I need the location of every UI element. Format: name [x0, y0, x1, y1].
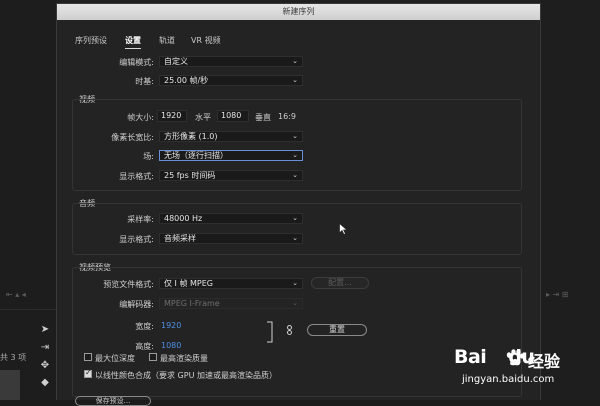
- tab-settings[interactable]: 设置: [125, 35, 141, 46]
- preview-width-label: 宽度:: [135, 322, 154, 331]
- audio-section: [72, 203, 522, 255]
- chevron-down-icon: ⌄: [292, 171, 298, 179]
- codec-select[interactable]: MPEG I-Frame ⌄: [159, 298, 303, 309]
- save-preset-button[interactable]: 保存预设...: [75, 396, 151, 406]
- codec-label: 编解码器:: [119, 300, 154, 309]
- chevron-down-icon: ⌄: [292, 214, 298, 222]
- active-tab-indicator: [125, 48, 141, 49]
- pixel-aspect-select[interactable]: 方形像素 (1.0) ⌄: [159, 131, 303, 142]
- watermark-url: jingyan.baidu.com: [462, 374, 555, 385]
- link-icon[interactable]: [286, 325, 294, 335]
- transport-marks-right: ▸ ⇥ ⊞: [546, 290, 569, 299]
- preview-width-value[interactable]: 1920: [161, 321, 181, 330]
- edit-mode-value: 自定义: [164, 57, 188, 66]
- project-panel: [0, 0, 56, 400]
- reset-button[interactable]: 重置: [307, 324, 367, 336]
- dialog-title: 新建序列: [57, 4, 540, 20]
- frame-size-label: 帧大小:: [127, 113, 154, 122]
- preview-format-value: 仅 I 帧 MPEG: [164, 279, 213, 288]
- sample-rate-label: 采样率:: [127, 215, 154, 224]
- linear-color-checkbox[interactable]: [84, 368, 92, 378]
- transport-marks-left: ⇤ ▴ ◂: [6, 290, 26, 299]
- tab-vr-video[interactable]: VR 视频: [191, 35, 221, 46]
- vertical-label: 垂直: [255, 113, 271, 122]
- timebase-label: 时基:: [135, 77, 154, 86]
- chevron-down-icon: ⌄: [292, 132, 298, 140]
- fields-select[interactable]: 无场（逐行扫描） ⌄: [159, 150, 303, 161]
- chevron-down-icon: ⌄: [292, 151, 298, 159]
- configure-button[interactable]: 配置...: [311, 277, 369, 289]
- sample-rate-value: 48000 Hz: [164, 214, 203, 223]
- horizontal-label: 水平: [195, 113, 211, 122]
- baidu-jingyan-watermark: Baidu 经验 jingyan.baidu.com: [454, 346, 590, 396]
- video-display-format-select[interactable]: 25 fps 时间码 ⌄: [159, 170, 303, 181]
- chevron-down-icon: ⌄: [292, 76, 298, 84]
- preview-height-value[interactable]: 1080: [161, 341, 181, 350]
- max-bit-depth-label: 最大位深度: [95, 354, 135, 363]
- sample-rate-select[interactable]: 48000 Hz ⌄: [159, 213, 303, 224]
- audio-display-format-select[interactable]: 音频采样 ⌄: [159, 233, 303, 244]
- pixel-aspect-label: 像素长宽比:: [111, 133, 154, 142]
- razor-icon[interactable]: ◆: [38, 377, 52, 389]
- max-render-quality-checkbox[interactable]: [149, 353, 157, 361]
- max-bit-depth-checkbox[interactable]: [84, 353, 92, 361]
- preview-format-select[interactable]: 仅 I 帧 MPEG ⌄: [159, 278, 303, 289]
- linear-color-label: 以线性颜色合成（要求 GPU 加速或最高渲染品质）: [95, 371, 277, 380]
- aspect-ratio-text: 16:9: [278, 112, 296, 121]
- chevron-down-icon: ⌄: [292, 57, 298, 65]
- preview-height-label: 高度:: [135, 342, 154, 351]
- frame-width-input[interactable]: 1920: [157, 110, 187, 122]
- frame-height-input[interactable]: 1080: [217, 110, 249, 122]
- mouse-cursor-icon: [339, 223, 348, 235]
- panel-divider: [0, 309, 56, 310]
- new-sequence-dialog: 新建序列 序列预设 设置 轨道 VR 视频 编辑模式: 自定义 ⌄ 时基: 25.…: [56, 3, 541, 406]
- pixel-aspect-value: 方形像素 (1.0): [164, 132, 218, 141]
- edit-mode-label: 编辑模式:: [119, 58, 154, 67]
- fields-value: 无场（逐行扫描）: [164, 151, 228, 160]
- chevron-down-icon: ⌄: [292, 234, 298, 242]
- codec-value: MPEG I-Frame: [164, 299, 220, 308]
- program-monitor: [541, 0, 600, 400]
- tab-sequence-presets[interactable]: 序列预设: [75, 35, 107, 46]
- track-select-icon[interactable]: ⇥: [38, 342, 52, 354]
- clip-thumbnail[interactable]: [0, 370, 20, 400]
- audio-display-format-label: 显示格式:: [119, 235, 154, 244]
- video-display-format-value: 25 fps 时间码: [164, 171, 216, 180]
- watermark-cn: 经验: [528, 352, 561, 371]
- tab-tracks[interactable]: 轨道: [159, 35, 175, 46]
- chevron-down-icon: ⌄: [292, 279, 298, 287]
- timebase-value: 25.00 帧/秒: [164, 76, 209, 85]
- baidu-paw-icon: [506, 349, 524, 366]
- edit-mode-select[interactable]: 自定义 ⌄: [159, 56, 303, 67]
- video-display-format-label: 显示格式:: [119, 172, 154, 181]
- chevron-down-icon: ⌄: [292, 299, 298, 307]
- select-arrow-icon[interactable]: ➤: [38, 324, 52, 336]
- preview-format-label: 预览文件格式:: [103, 280, 154, 289]
- project-item-count: 共 3 项: [0, 353, 27, 362]
- ripple-edit-icon[interactable]: ✥: [38, 360, 52, 372]
- fields-label: 场:: [143, 152, 154, 161]
- audio-display-format-value: 音频采样: [164, 234, 196, 243]
- max-render-quality-label: 最高渲染质量: [160, 354, 208, 363]
- timebase-select[interactable]: 25.00 帧/秒 ⌄: [159, 75, 303, 86]
